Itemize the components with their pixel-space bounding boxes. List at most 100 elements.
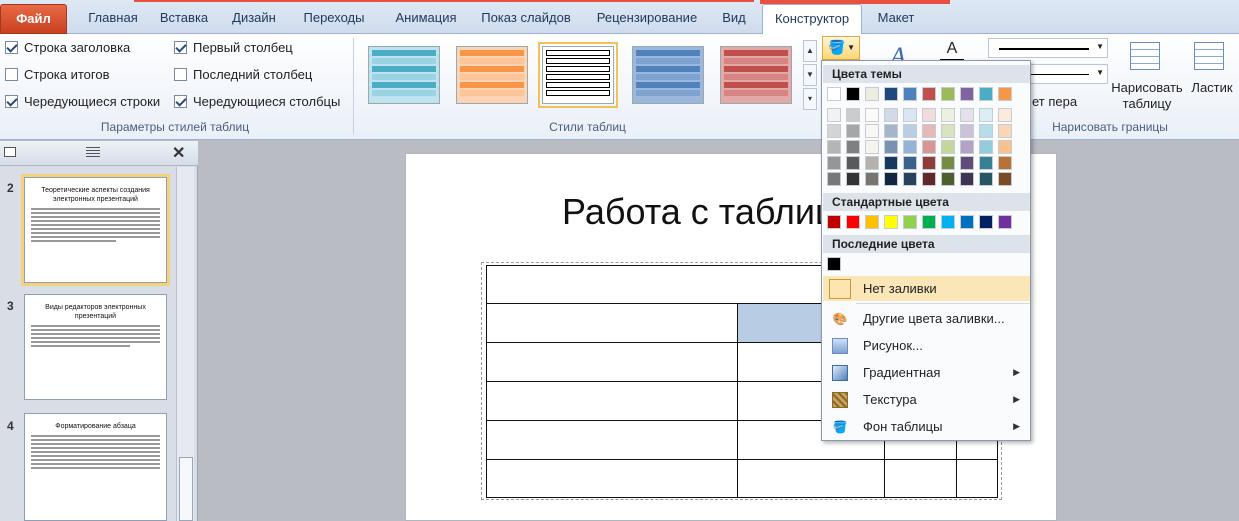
theme-color-shade-swatch[interactable] bbox=[903, 156, 917, 170]
gallery-scroll-down[interactable]: ▼ bbox=[803, 64, 817, 86]
theme-color-shade-swatch[interactable] bbox=[903, 108, 917, 122]
shading-button[interactable]: 🪣 ▼ bbox=[822, 36, 860, 60]
no-fill-item[interactable]: Нет заливки bbox=[823, 276, 1030, 301]
theme-color-shade-swatch[interactable] bbox=[884, 124, 898, 138]
tab-slideshow[interactable]: Показ слайдов bbox=[474, 4, 578, 34]
theme-color-shade-swatch[interactable] bbox=[922, 172, 936, 186]
standard-color-swatch[interactable] bbox=[884, 215, 898, 229]
outline-tab-icon[interactable] bbox=[86, 147, 100, 159]
tab-transitions[interactable]: Переходы bbox=[294, 4, 374, 34]
tab-constructor[interactable]: Конструктор bbox=[762, 4, 862, 35]
theme-color-shade-swatch[interactable] bbox=[865, 140, 879, 154]
standard-color-swatch[interactable] bbox=[960, 215, 974, 229]
tab-design[interactable]: Дизайн bbox=[222, 4, 286, 34]
header-row-option[interactable]: Строка заголовка bbox=[5, 40, 130, 55]
theme-color-shade-swatch[interactable] bbox=[960, 172, 974, 186]
theme-color-shade-swatch[interactable] bbox=[941, 140, 955, 154]
standard-color-swatch[interactable] bbox=[846, 215, 860, 229]
theme-color-swatch[interactable] bbox=[922, 87, 936, 101]
gallery-scroll-up[interactable]: ▲ bbox=[803, 40, 817, 62]
eraser-button[interactable]: Ластик bbox=[1190, 80, 1234, 95]
theme-color-shade-swatch[interactable] bbox=[884, 172, 898, 186]
tab-home[interactable]: Главная bbox=[76, 4, 150, 34]
draw-table-button[interactable]: Нарисовать таблицу bbox=[1110, 80, 1184, 112]
standard-color-swatch[interactable] bbox=[922, 215, 936, 229]
checkbox-checked-icon[interactable] bbox=[174, 95, 187, 108]
banded-rows-option[interactable]: Чередующиеся строки bbox=[5, 94, 160, 109]
last-column-option[interactable]: Последний столбец bbox=[174, 67, 312, 82]
theme-color-swatch[interactable] bbox=[903, 87, 917, 101]
theme-color-shade-swatch[interactable] bbox=[960, 156, 974, 170]
theme-color-shade-swatch[interactable] bbox=[922, 108, 936, 122]
theme-color-shade-swatch[interactable] bbox=[979, 172, 993, 186]
theme-color-shade-swatch[interactable] bbox=[865, 172, 879, 186]
theme-color-shade-swatch[interactable] bbox=[865, 108, 879, 122]
scrollbar-thumb[interactable] bbox=[179, 457, 193, 521]
checkbox-checked-icon[interactable] bbox=[5, 95, 18, 108]
theme-color-shade-swatch[interactable] bbox=[827, 140, 841, 154]
theme-color-shade-swatch[interactable] bbox=[922, 156, 936, 170]
more-fill-colors-item[interactable]: 🎨 Другие цвета заливки... bbox=[823, 306, 1030, 331]
theme-color-shade-swatch[interactable] bbox=[922, 140, 936, 154]
theme-color-shade-swatch[interactable] bbox=[979, 108, 993, 122]
theme-color-shade-swatch[interactable] bbox=[998, 172, 1012, 186]
theme-color-shade-swatch[interactable] bbox=[846, 140, 860, 154]
theme-color-shade-swatch[interactable] bbox=[903, 140, 917, 154]
theme-color-shade-swatch[interactable] bbox=[865, 156, 879, 170]
picture-fill-item[interactable]: Рисунок... bbox=[823, 333, 1030, 358]
theme-color-shade-swatch[interactable] bbox=[884, 156, 898, 170]
slide-thumbnail[interactable]: Форматирование абзаца bbox=[24, 413, 167, 521]
first-column-option[interactable]: Первый столбец bbox=[174, 40, 293, 55]
theme-color-shade-swatch[interactable] bbox=[865, 124, 879, 138]
table-style-swatch-selected[interactable] bbox=[538, 42, 618, 108]
theme-color-shade-swatch[interactable] bbox=[846, 172, 860, 186]
gallery-more[interactable]: ▾ bbox=[803, 88, 817, 110]
gradient-fill-item[interactable]: Градиентная ▶ bbox=[823, 360, 1030, 385]
standard-color-swatch[interactable] bbox=[998, 215, 1012, 229]
checkbox-checked-icon[interactable] bbox=[174, 41, 187, 54]
table-background-item[interactable]: 🪣 Фон таблицы ▶ bbox=[823, 414, 1030, 439]
slides-tab-icon[interactable] bbox=[4, 147, 16, 157]
theme-color-swatch[interactable] bbox=[979, 87, 993, 101]
theme-color-shade-swatch[interactable] bbox=[941, 172, 955, 186]
standard-color-swatch[interactable] bbox=[903, 215, 917, 229]
table-style-swatch[interactable] bbox=[632, 46, 704, 104]
close-icon[interactable]: ✕ bbox=[172, 143, 185, 163]
theme-color-swatch[interactable] bbox=[884, 87, 898, 101]
theme-color-shade-swatch[interactable] bbox=[998, 108, 1012, 122]
tab-file[interactable]: Файл bbox=[0, 4, 67, 34]
theme-color-shade-swatch[interactable] bbox=[960, 124, 974, 138]
theme-color-shade-swatch[interactable] bbox=[903, 124, 917, 138]
theme-color-swatch[interactable] bbox=[941, 87, 955, 101]
table-style-swatch[interactable] bbox=[720, 46, 792, 104]
theme-color-shade-swatch[interactable] bbox=[941, 156, 955, 170]
checkbox-checked-icon[interactable] bbox=[5, 41, 18, 54]
theme-color-shade-swatch[interactable] bbox=[903, 172, 917, 186]
theme-color-shade-swatch[interactable] bbox=[998, 156, 1012, 170]
tab-review[interactable]: Рецензирование bbox=[588, 4, 706, 34]
theme-color-shade-swatch[interactable] bbox=[979, 124, 993, 138]
theme-color-swatch[interactable] bbox=[846, 87, 860, 101]
theme-color-shade-swatch[interactable] bbox=[998, 140, 1012, 154]
slide-thumbnail[interactable]: Теоретические аспекты создания электронн… bbox=[21, 174, 170, 286]
theme-color-swatch[interactable] bbox=[865, 87, 879, 101]
tab-insert[interactable]: Вставка bbox=[152, 4, 216, 34]
checkbox-icon[interactable] bbox=[5, 68, 18, 81]
slide-title[interactable]: Работа с таблиц bbox=[562, 191, 836, 233]
theme-color-shade-swatch[interactable] bbox=[846, 108, 860, 122]
theme-color-shade-swatch[interactable] bbox=[846, 124, 860, 138]
theme-color-shade-swatch[interactable] bbox=[960, 140, 974, 154]
recent-color-swatch[interactable] bbox=[827, 257, 841, 271]
theme-color-shade-swatch[interactable] bbox=[827, 108, 841, 122]
texture-fill-item[interactable]: Текстура ▶ bbox=[823, 387, 1030, 412]
standard-color-swatch[interactable] bbox=[979, 215, 993, 229]
theme-color-shade-swatch[interactable] bbox=[884, 108, 898, 122]
theme-color-shade-swatch[interactable] bbox=[884, 140, 898, 154]
theme-color-shade-swatch[interactable] bbox=[827, 124, 841, 138]
tab-view[interactable]: Вид bbox=[714, 4, 754, 34]
theme-color-shade-swatch[interactable] bbox=[827, 156, 841, 170]
pen-color-label[interactable]: ет пера bbox=[1032, 94, 1077, 109]
table-style-swatch[interactable] bbox=[368, 46, 440, 104]
theme-color-swatch[interactable] bbox=[827, 87, 841, 101]
theme-color-shade-swatch[interactable] bbox=[960, 108, 974, 122]
